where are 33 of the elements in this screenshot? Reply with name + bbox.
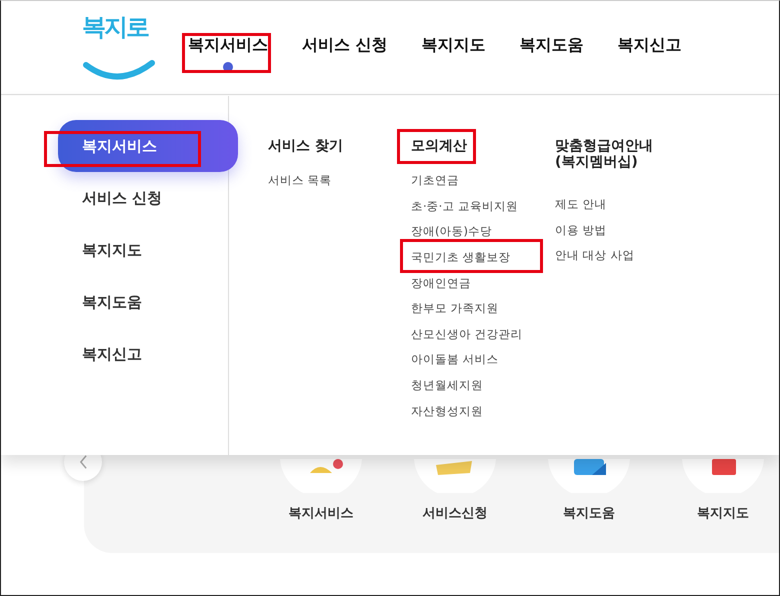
menu-link[interactable]: 장애인연금 xyxy=(411,270,471,296)
service-label[interactable]: 복지도움 xyxy=(563,504,615,522)
service-label[interactable]: 복지서비스 xyxy=(288,504,354,522)
menu-category[interactable]: 복지지도 xyxy=(58,224,238,276)
service-label[interactable]: 서비스신청 xyxy=(422,504,488,522)
menu-category[interactable]: 복지신고 xyxy=(58,328,238,380)
menu-link[interactable]: 초·중·고 교육비지원 xyxy=(411,194,518,220)
menu-link[interactable]: 한부모 가족지원 xyxy=(411,296,499,322)
nav-tab[interactable]: 서비스 신청 xyxy=(302,33,388,73)
menu-column-title: 모의계산 xyxy=(411,138,467,154)
menu-link[interactable]: 안내 대상 사업 xyxy=(555,243,634,269)
menu-link[interactable]: 자산형성지원 xyxy=(411,398,483,424)
nav-tab[interactable]: 복지신고 xyxy=(618,33,682,73)
menu-link[interactable]: 장애(아동)수당 xyxy=(411,219,492,245)
service-label[interactable]: 복지지도 xyxy=(697,504,749,522)
document-icon xyxy=(436,461,472,475)
menu-link[interactable]: 아이돌봄 서비스 xyxy=(411,347,499,373)
menu-link[interactable]: 산모신생아 건강관리 xyxy=(411,322,523,348)
nav-tab[interactable]: 복지도움 xyxy=(520,33,584,73)
menu-link[interactable]: 기초연금 xyxy=(411,168,459,194)
chevron-left-icon xyxy=(80,455,86,469)
menu-category[interactable]: 서비스 신청 xyxy=(58,172,238,224)
menu-link[interactable]: 국민기초 생활보장 xyxy=(411,244,511,270)
menu-link[interactable]: 청년월세지원 xyxy=(411,372,483,398)
nav-tab[interactable]: 복지지도 xyxy=(422,33,486,73)
menu-link[interactable]: 제도 안내 xyxy=(555,192,607,218)
menu-column-title: 맞춤형급여안내 (복지멤버십) xyxy=(555,138,654,170)
menu-category[interactable]: 복지서비스 xyxy=(58,120,238,172)
menu-category[interactable]: 복지도움 xyxy=(58,276,238,328)
menu-column-title: 서비스 찾기 xyxy=(268,138,343,154)
menu-link[interactable]: 이용 방법 xyxy=(555,218,607,244)
menu-link[interactable]: 서비스 목록 xyxy=(268,168,332,194)
nav-tab[interactable]: 복지서비스 xyxy=(188,33,268,73)
